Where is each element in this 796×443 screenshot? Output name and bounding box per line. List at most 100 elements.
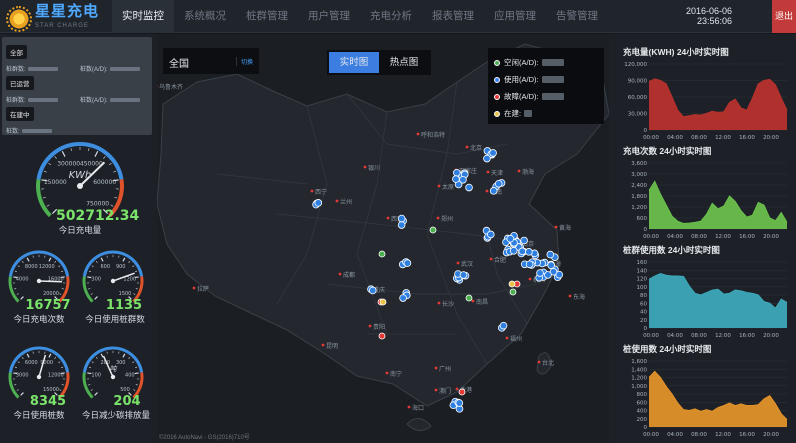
x-tick-label: 16:00: [739, 135, 755, 141]
gauge-tick: [91, 265, 94, 268]
station-marker-in-use[interactable]: [368, 286, 377, 295]
sun-logo-icon: [6, 6, 32, 32]
gauge-tick: [135, 366, 138, 369]
y-tick-label: 60: [640, 301, 647, 307]
gauge-tick: [122, 257, 126, 262]
y-tick-label: 120,000: [624, 62, 647, 68]
mode-realtime-button[interactable]: 实时图: [329, 52, 379, 73]
area-chart: 3,600 3,000 2,400 1,800 1,200 600 000:00 04:00 0…: [631, 161, 788, 240]
gauge-tick: [132, 265, 135, 268]
gauge-needle: [38, 280, 63, 283]
city-label: 南宁: [390, 370, 402, 378]
gauge-tick: [70, 148, 72, 152]
series-area: [649, 78, 787, 130]
gauge-tick: [61, 270, 64, 273]
city-marker: [434, 388, 438, 392]
gauge-tick-label: 12000: [48, 372, 64, 378]
region-switch-link[interactable]: 切换: [235, 57, 253, 66]
chart-piles: 桩使用数 24小时实时图 1,600 1,400 1,200 1,000 800 600 4…: [613, 343, 793, 441]
y-tick-label: 1,600: [631, 359, 647, 365]
gauge-tick-label: 300: [91, 276, 101, 282]
station-marker-in-use[interactable]: [453, 169, 461, 177]
gauge-tick: [90, 389, 93, 391]
station-marker-in-use[interactable]: [403, 259, 412, 267]
city-label: 昆明: [326, 343, 338, 350]
tab-user-management[interactable]: 用户管理: [298, 0, 360, 33]
city-marker: [489, 257, 493, 261]
station-marker-in-use[interactable]: [459, 175, 467, 184]
city-label: 兰州: [340, 198, 352, 206]
station-marker-in-use[interactable]: [536, 269, 544, 277]
tag-building[interactable]: 在建中: [6, 107, 34, 121]
station-marker-building[interactable]: [508, 280, 516, 288]
station-marker-idle[interactable]: [378, 250, 386, 258]
gauge-tick: [59, 389, 62, 391]
station-marker-in-use[interactable]: [483, 154, 491, 163]
station-marker-fault[interactable]: [458, 388, 466, 396]
tab-realtime-monitor[interactable]: 实时监控: [112, 0, 174, 33]
tab-app-management[interactable]: 应用管理: [484, 0, 546, 33]
tab-report-management[interactable]: 报表管理: [422, 0, 484, 33]
station-marker-in-use[interactable]: [399, 294, 407, 302]
station-marker-in-use[interactable]: [509, 246, 518, 255]
tab-group-management[interactable]: 桩群管理: [236, 0, 298, 33]
station-marker-in-use[interactable]: [459, 271, 468, 279]
station-marker-in-use[interactable]: [489, 187, 498, 195]
station-marker-in-use[interactable]: [525, 260, 534, 269]
station-marker-in-use[interactable]: [465, 183, 473, 192]
station-marker-in-use[interactable]: [499, 321, 508, 330]
map-area[interactable]: 乌鲁木齐呼和浩特北京天津渤海石家庄太原银川西宁兰州济南郑州西安黄海合肥南京上海杭…: [157, 34, 609, 443]
logout-button[interactable]: 退出: [772, 0, 796, 33]
station-marker-in-use[interactable]: [455, 399, 464, 407]
station-marker-idle[interactable]: [509, 288, 517, 296]
tag-operating[interactable]: 已运营: [6, 76, 34, 90]
gauge-tick-label: 15000: [43, 387, 59, 393]
gauge-tick: [26, 353, 30, 358]
city-marker: [407, 405, 411, 409]
y-tick-label: 160: [637, 260, 648, 266]
station-marker-in-use[interactable]: [314, 199, 323, 207]
tab-charging-analysis[interactable]: 充电分析: [360, 0, 422, 33]
station-marker-in-use[interactable]: [518, 247, 527, 256]
station-marker-in-use[interactable]: [397, 221, 406, 229]
station-marker-idle[interactable]: [465, 294, 473, 302]
gauge-tick: [94, 150, 99, 157]
station-marker-fault[interactable]: [378, 332, 386, 340]
city-marker: [335, 199, 339, 203]
summary-group-all: 全部 桩群数: 桩数(A/D):: [6, 42, 148, 73]
y-tick-label: 1,400: [631, 367, 647, 373]
gauge-tick: [135, 288, 138, 290]
station-marker-in-use[interactable]: [546, 250, 555, 259]
station-marker-building[interactable]: [379, 298, 387, 306]
tag-all[interactable]: 全部: [6, 45, 27, 59]
station-marker-in-use[interactable]: [506, 234, 515, 243]
station-marker-in-use[interactable]: [452, 175, 460, 183]
gauge-tick: [88, 148, 90, 152]
city-marker: [505, 336, 509, 340]
tab-alarm-management[interactable]: 告警管理: [546, 0, 608, 33]
station-marker-in-use[interactable]: [486, 230, 495, 239]
station-marker-in-use[interactable]: [489, 149, 497, 157]
gauge-tick: [17, 361, 20, 364]
city-marker: [455, 387, 459, 391]
tab-system-overview[interactable]: 系统概况: [174, 0, 236, 33]
city-marker: [528, 277, 532, 281]
region-name: 全国: [169, 59, 189, 70]
station-marker-in-use[interactable]: [525, 248, 533, 256]
mode-heatmap-button[interactable]: 热点图: [379, 52, 429, 73]
station-marker-in-use[interactable]: [520, 236, 528, 245]
summary-box: 全部 桩群数: 桩数(A/D): 已运营 桩群数: 桩数(A/D): 在建中 桩数:: [2, 37, 152, 135]
city-marker: [385, 371, 389, 375]
gauge-groups: 300 600 900 1200 1500 1135 今日使用桩群数: [78, 248, 152, 325]
gauge-needle: [38, 354, 47, 378]
station-marker-in-use[interactable]: [547, 261, 555, 270]
station-marker-in-use[interactable]: [494, 180, 503, 188]
station-marker-in-use[interactable]: [397, 214, 406, 223]
gauge-tick: [132, 361, 135, 364]
y-tick-label: 30,000: [628, 112, 648, 118]
station-marker-idle[interactable]: [429, 226, 437, 234]
station-marker-in-use[interactable]: [544, 271, 552, 279]
region-selector[interactable]: 全国 切换: [163, 48, 259, 74]
map-legend: 空闲(A/D): 使用(A/D): 故障(A/D): 在建:: [488, 48, 604, 124]
city-label: 贵阳: [373, 323, 385, 331]
